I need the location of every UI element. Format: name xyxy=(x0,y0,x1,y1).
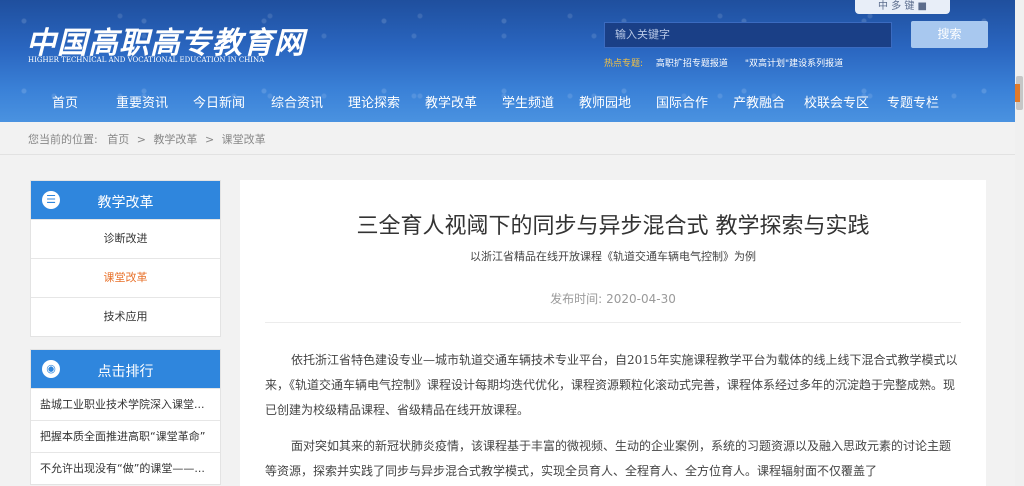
article-subtitle: 以浙江省精品在线开放课程《轨道交通车辆电气控制》为例 xyxy=(470,250,756,263)
site-logo-english: HIGHER TECHNICAL AND VOCATIONAL EDUCATIO… xyxy=(28,56,265,64)
article-container: 三全育人视阈下的同步与异步混合式 教学探索与实践 以浙江省精品在线开放课程《轨道… xyxy=(240,180,986,486)
ranking-panel-header: ◉ 点击排行 xyxy=(31,350,220,388)
sidebar-item-diagnosis[interactable]: 诊断改进 xyxy=(31,219,220,258)
breadcrumb-item-teaching-reform[interactable]: 教学改革 xyxy=(153,133,197,146)
nav-item-students[interactable]: 学生频道 xyxy=(502,92,554,111)
page-scrollbar[interactable] xyxy=(1015,0,1024,486)
nav-item-international[interactable]: 国际合作 xyxy=(656,92,708,111)
scroll-marker xyxy=(1015,84,1020,102)
nav-item-important-news[interactable]: 重要资讯 xyxy=(116,92,168,111)
breadcrumb-separator: > xyxy=(136,133,146,146)
nav-item-alliance[interactable]: 校联会专区 xyxy=(804,92,869,111)
category-panel: ☰ 教学改革 诊断改进 课堂改革 技术应用 xyxy=(30,180,221,337)
article-title: 三全育人视阈下的同步与异步混合式 教学探索与实践 xyxy=(356,214,870,239)
ranking-panel-title: 点击排行 xyxy=(97,364,154,380)
nav-item-teachers[interactable]: 教师园地 xyxy=(579,92,631,111)
nav-item-theory[interactable]: 理论探索 xyxy=(348,92,400,111)
breadcrumb-divider xyxy=(0,154,1024,155)
site-header: 中国高职高专教育网 HIGHER TECHNICAL AND VOCATIONA… xyxy=(0,0,1024,122)
article-date: 发布时间: 2020-04-30 xyxy=(240,290,986,307)
breadcrumb-item-home[interactable]: 首页 xyxy=(107,133,129,146)
breadcrumb-item-classroom-reform[interactable]: 课堂改革 xyxy=(222,133,266,146)
sidebar-item-technology[interactable]: 技术应用 xyxy=(31,297,220,336)
article-paragraph: 依托浙江省特色建设专业—城市轨道交通车辆技术专业平台，自2015年实施课程教学平… xyxy=(265,353,958,417)
ranking-list-item[interactable]: 把握本质全面推进高职“课堂革命” xyxy=(31,420,220,452)
ranking-panel: ◉ 点击排行 盐城工业职业技术学院深入课堂... 把握本质全面推进高职“课堂革命… xyxy=(30,349,221,485)
search-button[interactable]: 搜索 xyxy=(911,21,988,48)
nav-item-industry-education[interactable]: 产教融合 xyxy=(733,92,785,111)
breadcrumb-separator: > xyxy=(204,133,215,146)
hot-topic-link[interactable]: 高职扩招专题报道 xyxy=(656,59,728,69)
article-paragraph: 面对突如其来的新冠状肺炎疫情，该课程基于丰富的微视频、生动的企业案例，系统的习题… xyxy=(265,439,952,478)
nav-item-today-news[interactable]: 今日新闻 xyxy=(193,92,245,111)
category-panel-title: 教学改革 xyxy=(97,195,154,211)
hot-topics-label: 热点专题: xyxy=(604,59,644,69)
nav-item-general-news[interactable]: 综合资讯 xyxy=(271,92,323,111)
ranking-list-item[interactable]: 不允许出现没有“做”的课堂——... xyxy=(31,452,220,484)
ranking-list-item[interactable]: 盐城工业职业技术学院深入课堂... xyxy=(31,388,220,420)
breadcrumb-prefix: 您当前的位置: xyxy=(28,133,98,146)
category-panel-header: ☰ 教学改革 xyxy=(31,181,220,219)
article-date-label: 发布时间: xyxy=(550,292,603,306)
search-input[interactable]: 输入关键字 xyxy=(604,22,892,48)
sidebar-item-classroom-reform[interactable]: 课堂改革 xyxy=(31,258,220,297)
main-nav: 首页 重要资讯 今日新闻 综合资讯 理论探索 教学改革 学生频道 教师园地 国际… xyxy=(0,92,1024,114)
nav-item-home[interactable]: 首页 xyxy=(52,92,78,111)
article-date-value: 2020-04-30 xyxy=(606,292,676,306)
hot-topic-link[interactable]: "双高计划"建设系列报道 xyxy=(745,59,843,69)
breadcrumb: 您当前的位置: 首页 > 教学改革 > 课堂改革 xyxy=(28,131,266,147)
nav-item-teaching-reform[interactable]: 教学改革 xyxy=(425,92,477,111)
corner-badge[interactable]: 中 多 键 ■ xyxy=(855,0,950,14)
article-divider xyxy=(265,322,961,323)
hot-topics: 热点专题: 高职扩招专题报道 "双高计划"建设系列报道 xyxy=(604,56,857,69)
nav-item-special-topics[interactable]: 专题专栏 xyxy=(887,92,939,111)
